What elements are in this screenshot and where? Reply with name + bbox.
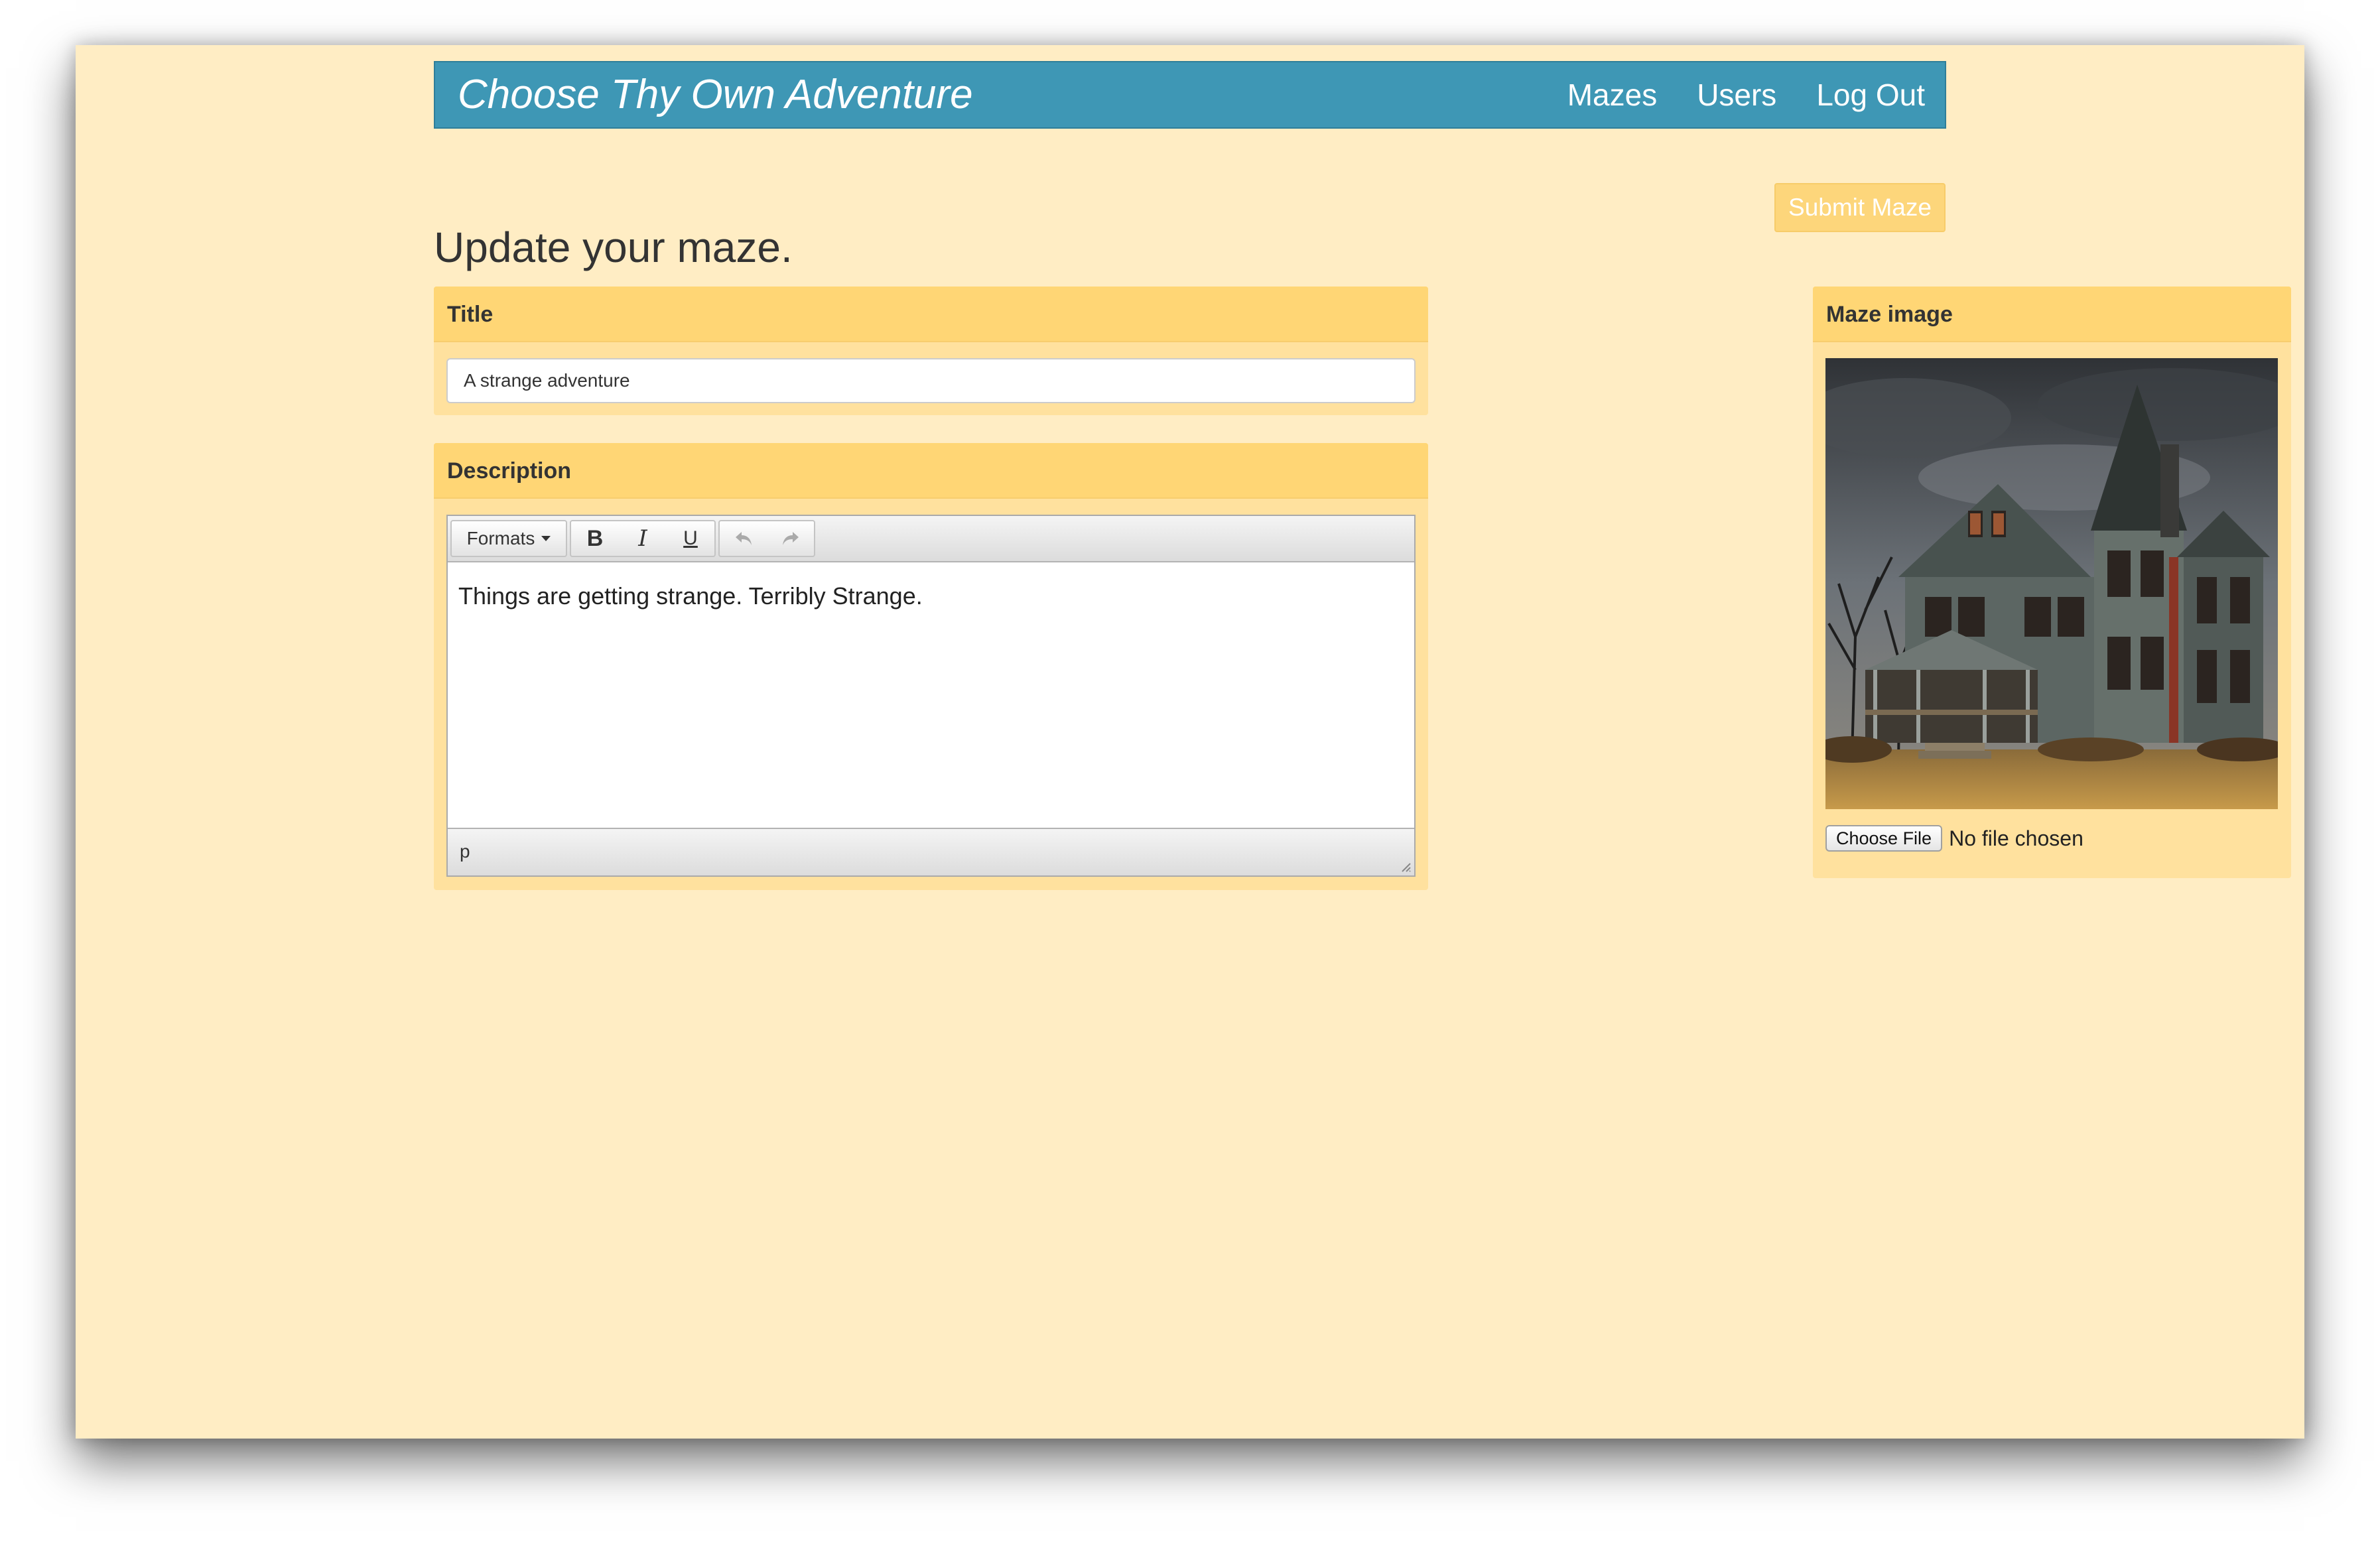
navbar: Choose Thy Own Adventure Mazes Users Log… — [434, 61, 1946, 129]
file-status-text: No file chosen — [1949, 826, 2083, 850]
editor-toolbar: Formats B I U — [448, 516, 1414, 562]
choose-file-button[interactable]: Choose File — [1825, 825, 1943, 852]
undo-icon — [735, 532, 752, 545]
format-button-group: B I U — [570, 520, 716, 557]
description-label: Description — [447, 458, 572, 483]
formats-label: Formats — [466, 528, 535, 548]
page-title: Update your maze. — [434, 224, 793, 271]
rich-text-editor: Formats B I U Things are getting strange… — [446, 515, 1416, 877]
editor-content[interactable]: Things are getting strange. Terribly Str… — [448, 562, 1414, 829]
caret-down-icon — [541, 536, 551, 541]
italic-button[interactable]: I — [619, 521, 667, 556]
brand-logo[interactable]: Choose Thy Own Adventure — [458, 62, 973, 127]
editor-statusbar: p — [448, 828, 1414, 875]
undo-button[interactable] — [720, 521, 767, 556]
description-panel-heading: Description — [434, 443, 1428, 499]
title-label: Title — [447, 302, 494, 327]
maze-image-panel-heading: Maze image — [1813, 287, 2291, 342]
haunted-house-image — [1825, 358, 2278, 809]
description-panel: Description Formats B I U Things are get… — [434, 443, 1428, 890]
file-upload-row: Choose File No file chosen — [1825, 824, 2083, 853]
maze-image — [1825, 358, 2278, 809]
submit-maze-button[interactable]: Submit Maze — [1774, 183, 1946, 232]
redo-button[interactable] — [767, 521, 814, 556]
title-panel-heading: Title — [434, 287, 1428, 342]
resize-handle-icon[interactable] — [1398, 860, 1412, 873]
nav-links: Mazes Users Log Out — [1528, 62, 1925, 127]
nav-link-mazes[interactable]: Mazes — [1567, 77, 1657, 113]
browser-window: Choose Thy Own Adventure Mazes Users Log… — [76, 45, 2304, 1439]
title-panel: Title A strange adventure — [434, 287, 1428, 415]
history-button-group — [718, 520, 815, 557]
maze-image-label: Maze image — [1826, 302, 1953, 327]
title-input[interactable]: A strange adventure — [446, 358, 1416, 403]
underline-button[interactable]: U — [667, 521, 714, 556]
element-path[interactable]: p — [460, 829, 470, 874]
maze-image-panel: Maze image Choose File No file chosen — [1813, 287, 2291, 878]
nav-link-users[interactable]: Users — [1697, 77, 1776, 113]
nav-link-log-out[interactable]: Log Out — [1816, 77, 1925, 113]
formats-dropdown[interactable]: Formats — [450, 520, 567, 557]
redo-icon — [782, 532, 799, 545]
bold-button[interactable]: B — [571, 521, 619, 556]
